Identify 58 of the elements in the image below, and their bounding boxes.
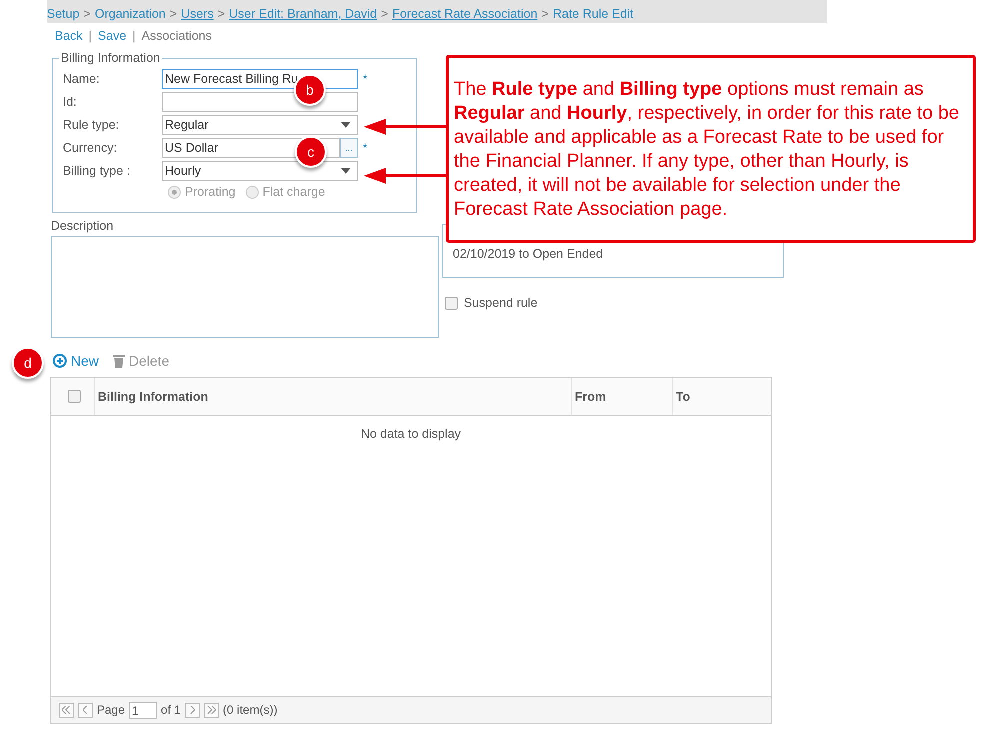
caret-icon: [341, 168, 351, 174]
page-count: of 1: [161, 703, 182, 717]
prev-page-button[interactable]: [78, 702, 93, 718]
breadcrumb-link[interactable]: Organization: [94, 6, 166, 20]
description-label: Description: [51, 219, 115, 235]
checkbox[interactable]: [68, 390, 80, 403]
field-label: Rule type:: [63, 118, 120, 132]
radio-label: Flat charge: [262, 185, 326, 199]
double-chevron-icon: [62, 706, 71, 714]
page-field[interactable]: 1: [129, 702, 158, 718]
next-page-button[interactable]: [185, 702, 200, 718]
breadcrumb-link[interactable]: Forecast Rate Association: [392, 6, 538, 20]
dropdown[interactable]: Hourly: [162, 160, 358, 180]
checkbox[interactable]: [445, 296, 458, 310]
separator: >: [218, 6, 226, 20]
checkbox-label: Suspend rule: [464, 296, 538, 310]
breadcrumb-link[interactable]: Setup: [47, 6, 80, 20]
callout-text: The Rule type and Billing type options must remain as Regular and Hourly, respectively, in order for this rate to be available and applicable as a Forecast Rate to be used for the Financial Planner. If any type, other than Hourly, is created, it will not be available for selection under the Forecast Rate Association page.: [454, 78, 960, 222]
double-chevron-icon: [207, 706, 216, 714]
field-label: Id:: [63, 94, 78, 108]
radio-label: Prorating: [185, 185, 236, 199]
separator: >: [170, 6, 178, 20]
action-link[interactable]: Back: [55, 29, 83, 43]
required-mark: *: [363, 72, 368, 86]
column-header[interactable]: From: [571, 378, 672, 415]
required-mark: *: [363, 140, 368, 154]
field-label: Currency:: [63, 140, 118, 154]
description-field[interactable]: [51, 236, 439, 338]
separator: |: [88, 29, 92, 43]
breadcrumb-link[interactable]: Rate Rule Edit: [552, 6, 634, 20]
caret-icon: [341, 122, 351, 128]
separator: >: [381, 6, 388, 20]
last-page-button[interactable]: [204, 702, 220, 718]
new-button[interactable]: New: [53, 353, 100, 369]
dropdown[interactable]: Regular: [162, 114, 358, 134]
item-count: (0 item(s)): [223, 703, 278, 717]
field-label: Billing type :: [63, 164, 132, 178]
breadcrumb-link[interactable]: User Edit: Branham, David: [229, 6, 378, 20]
separator: >: [542, 6, 549, 20]
column-header[interactable]: Billing Information: [94, 378, 571, 415]
column-header[interactable]: To: [672, 378, 771, 415]
date-span-text: 02/10/2019 to Open Ended: [453, 247, 604, 261]
first-page-button[interactable]: [59, 702, 74, 718]
empty-message: No data to display: [360, 427, 462, 441]
page-label: Page: [97, 703, 126, 717]
chevron-icon: [190, 706, 196, 714]
step-badge: c: [295, 136, 327, 168]
lookup-button[interactable]: ...: [340, 138, 358, 158]
panel-legend: Billing Information: [59, 51, 162, 65]
breadcrumb-link[interactable]: Users: [181, 6, 214, 20]
step-badge: d: [12, 347, 44, 379]
field-label: Name:: [63, 72, 101, 86]
chevron-icon: [83, 706, 88, 714]
trash-icon: [113, 354, 126, 368]
action-link[interactable]: Save: [98, 29, 127, 43]
separator: |: [132, 29, 136, 43]
separator: >: [84, 6, 91, 20]
plus-icon: [53, 354, 67, 368]
